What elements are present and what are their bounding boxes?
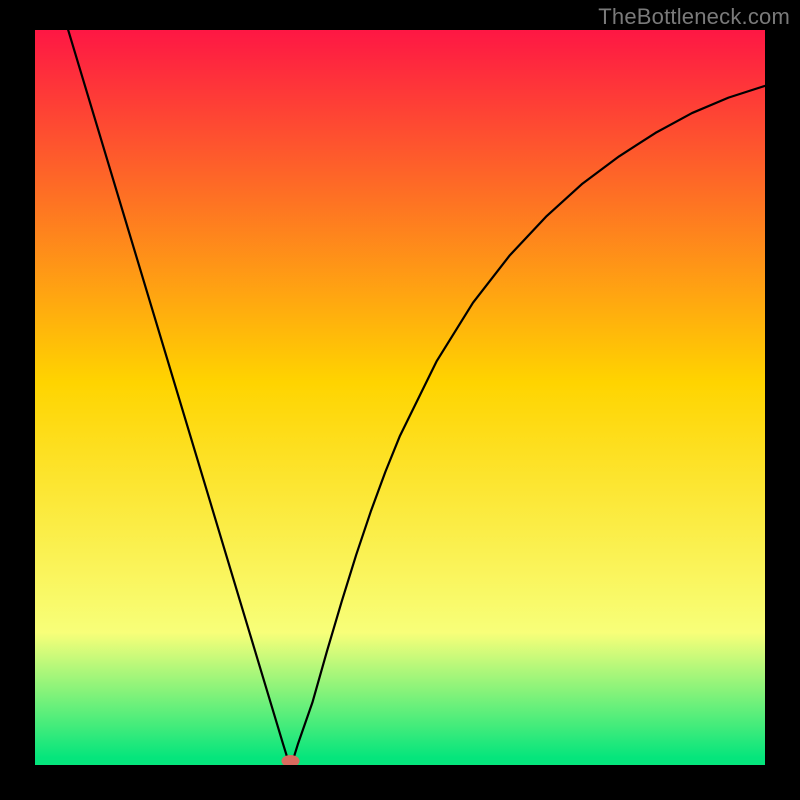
chart-svg (35, 30, 765, 765)
chart-frame: TheBottleneck.com (0, 0, 800, 800)
plot-area (35, 30, 765, 765)
watermark-text: TheBottleneck.com (598, 4, 790, 30)
gradient-background (35, 30, 765, 765)
